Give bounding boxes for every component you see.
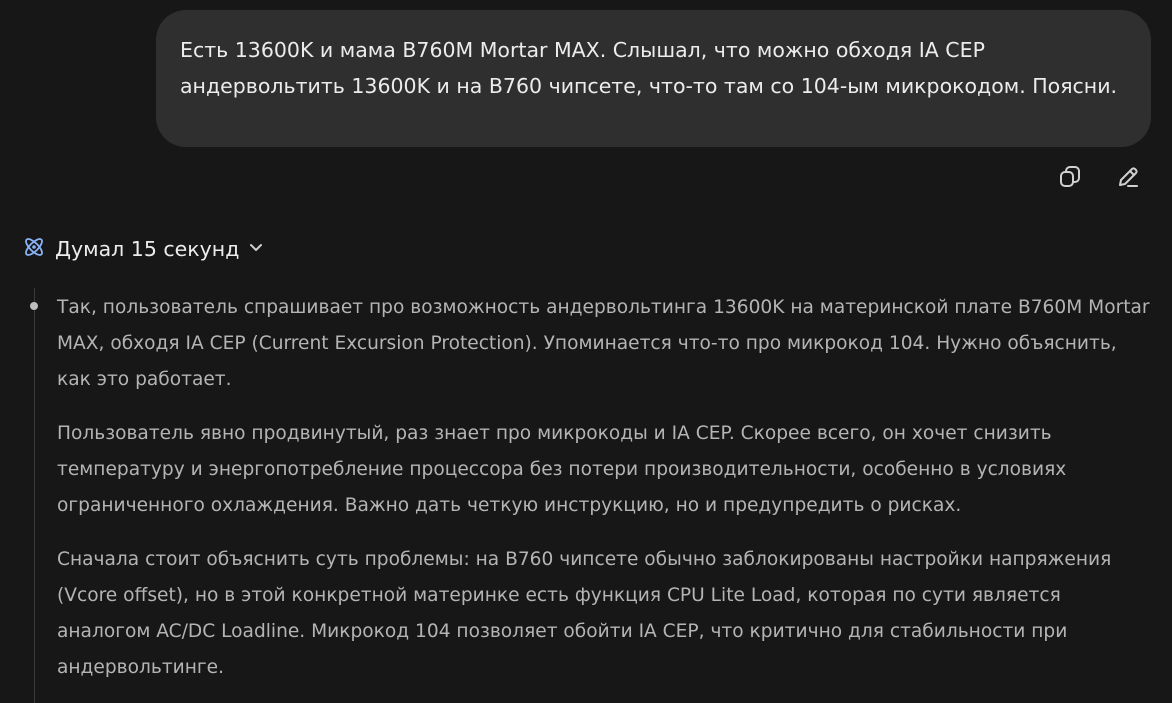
thought-toggle[interactable]: Думал 15 секунд — [21, 234, 265, 264]
thought-paragraph: Так, пользователь спрашивает про возможн… — [57, 297, 1150, 390]
thought-paragraph: Пользователь явно продвинутый, раз знает… — [57, 423, 1067, 516]
thought-duration-label: Думал 15 секунд — [55, 237, 240, 261]
edit-pencil-icon[interactable] — [1113, 162, 1143, 192]
copy-icon[interactable] — [1055, 162, 1085, 192]
message-actions — [1055, 162, 1143, 192]
user-message-bubble: Есть 13600K и мама B760M Mortar MAX. Слы… — [156, 10, 1151, 147]
user-message-text: Есть 13600K и мама B760M Mortar MAX. Слы… — [180, 38, 1118, 98]
thought-content: Так, пользователь спрашивает про возможн… — [30, 288, 1155, 703]
bullet-dot — [30, 302, 38, 310]
chat-page: Есть 13600K и мама B760M Mortar MAX. Слы… — [0, 0, 1172, 703]
thought-paragraph: Сначала стоит объяснить суть проблемы: н… — [57, 549, 1112, 678]
atom-icon — [21, 234, 47, 264]
chevron-down-icon — [247, 238, 265, 260]
